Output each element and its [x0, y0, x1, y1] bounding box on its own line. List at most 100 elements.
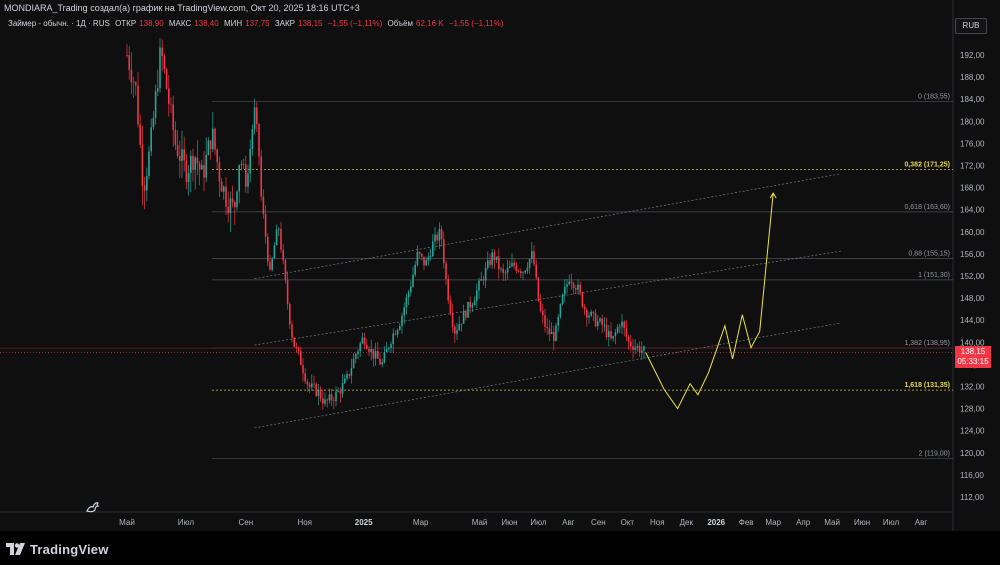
candle-body[interactable]: [168, 88, 170, 104]
candle-body[interactable]: [229, 198, 232, 214]
candle-body[interactable]: [137, 85, 139, 125]
candle-body[interactable]: [201, 165, 203, 170]
candle-body[interactable]: [471, 305, 474, 308]
candle-body[interactable]: [170, 103, 172, 105]
candle-body[interactable]: [377, 351, 379, 359]
price-chart[interactable]: 192,00 188,00 184,00 180,00 176,00 172,00 168,…: [0, 0, 1000, 531]
candle-body[interactable]: [313, 383, 315, 385]
candle-body[interactable]: [227, 206, 229, 214]
bird-icon[interactable]: [84, 497, 102, 515]
candle-body[interactable]: [238, 165, 240, 192]
candle-body[interactable]: [161, 47, 163, 57]
candle-body[interactable]: [572, 283, 575, 289]
candle-body[interactable]: [234, 201, 236, 208]
candle-body[interactable]: [632, 346, 634, 350]
candle-body[interactable]: [597, 321, 599, 327]
candle-body[interactable]: [128, 55, 130, 70]
candle-body[interactable]: [535, 264, 537, 278]
candle-body[interactable]: [370, 349, 372, 352]
candle-body[interactable]: [434, 234, 436, 242]
candle-body[interactable]: [216, 149, 218, 163]
candle-body[interactable]: [236, 191, 238, 208]
candle-body[interactable]: [399, 325, 401, 330]
candle-body[interactable]: [372, 349, 375, 359]
candle-body[interactable]: [256, 107, 258, 124]
candle-body[interactable]: [385, 349, 388, 353]
candle-body[interactable]: [410, 286, 412, 293]
candle-body[interactable]: [515, 265, 518, 271]
candle-body[interactable]: [588, 315, 590, 318]
candle-body[interactable]: [623, 321, 625, 329]
candle-body[interactable]: [311, 383, 313, 388]
candle-body[interactable]: [240, 164, 243, 166]
candle-body[interactable]: [509, 266, 511, 268]
candle-body[interactable]: [517, 270, 520, 272]
candle-body[interactable]: [218, 162, 221, 182]
candle-body[interactable]: [625, 328, 628, 337]
candle-body[interactable]: [421, 253, 423, 257]
candle-body[interactable]: [363, 337, 366, 345]
candle-body[interactable]: [548, 328, 551, 335]
candle-body[interactable]: [418, 251, 421, 254]
candle-body[interactable]: [467, 301, 469, 318]
candle-body[interactable]: [326, 399, 328, 401]
candle-body[interactable]: [150, 127, 152, 152]
candle-body[interactable]: [504, 272, 507, 274]
candle-body[interactable]: [561, 294, 564, 305]
candle-body[interactable]: [282, 249, 284, 261]
candle-body[interactable]: [427, 256, 430, 261]
candle-body[interactable]: [638, 346, 641, 353]
candle-body[interactable]: [346, 374, 348, 379]
currency-button[interactable]: RUB: [955, 18, 987, 34]
candle-body[interactable]: [621, 321, 623, 327]
candle-body[interactable]: [284, 260, 287, 281]
candle-body[interactable]: [546, 326, 548, 329]
candle-body[interactable]: [583, 306, 586, 310]
candle-body[interactable]: [174, 130, 177, 145]
candle-body[interactable]: [179, 155, 181, 161]
candle-body[interactable]: [513, 262, 515, 266]
candle-body[interactable]: [383, 352, 386, 363]
candle-body[interactable]: [570, 281, 573, 284]
candle-body[interactable]: [531, 251, 533, 260]
candle-body[interactable]: [432, 241, 434, 257]
candle-body[interactable]: [627, 336, 630, 342]
candle-body[interactable]: [537, 277, 540, 301]
candle-body[interactable]: [643, 346, 645, 351]
candle-body[interactable]: [566, 284, 568, 287]
candle-body[interactable]: [348, 374, 350, 376]
candle-body[interactable]: [361, 337, 364, 344]
candle-body[interactable]: [542, 310, 544, 316]
candle-body[interactable]: [366, 344, 368, 349]
candle-body[interactable]: [154, 91, 157, 118]
candle-body[interactable]: [286, 280, 289, 305]
candle-body[interactable]: [482, 279, 485, 281]
candle-body[interactable]: [473, 301, 476, 306]
candle-body[interactable]: [539, 300, 542, 311]
candle-body[interactable]: [258, 123, 260, 157]
candle-body[interactable]: [599, 318, 601, 322]
candle-body[interactable]: [223, 186, 225, 192]
candle-body[interactable]: [577, 284, 579, 290]
candle-body[interactable]: [273, 245, 276, 259]
candle-body[interactable]: [322, 398, 324, 404]
candle-body[interactable]: [616, 326, 619, 333]
candle-body[interactable]: [533, 251, 535, 265]
candle-body[interactable]: [476, 290, 478, 302]
candle-body[interactable]: [634, 347, 636, 350]
candle-body[interactable]: [315, 384, 317, 396]
candle-body[interactable]: [456, 330, 458, 334]
candle-body[interactable]: [559, 304, 562, 317]
candle-body[interactable]: [500, 268, 502, 270]
candle-body[interactable]: [152, 117, 155, 128]
candle-body[interactable]: [231, 198, 234, 202]
candle-body[interactable]: [196, 157, 199, 164]
candle-body[interactable]: [553, 331, 555, 341]
candle-body[interactable]: [253, 107, 256, 130]
candle-body[interactable]: [581, 292, 584, 307]
candle-body[interactable]: [181, 149, 183, 161]
candle-body[interactable]: [440, 229, 443, 240]
candle-body[interactable]: [575, 288, 577, 290]
candle-body[interactable]: [447, 279, 449, 301]
candle-body[interactable]: [630, 341, 632, 347]
